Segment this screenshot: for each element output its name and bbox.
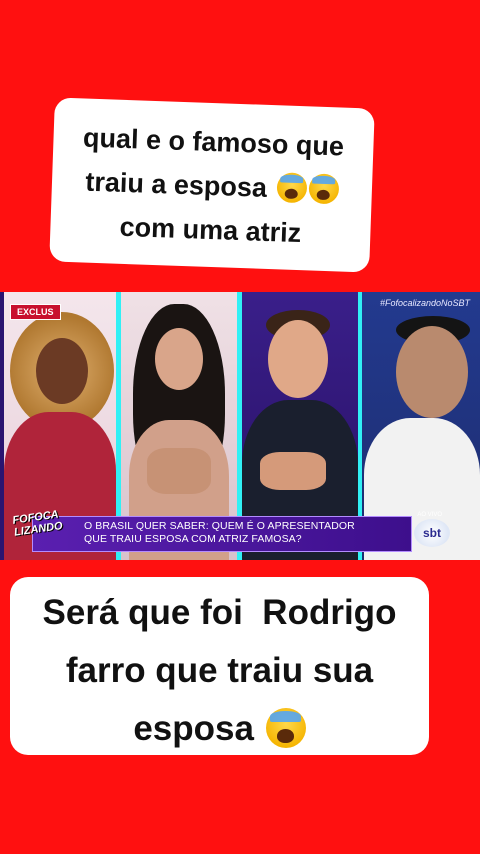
bottom-caption-line-3-text: esposa [133,709,254,748]
bottom-caption: Será que foi Rodrigo farro que traiu sua… [10,577,429,755]
show-hashtag: #FofocalizandoNoSBT [379,298,470,308]
live-label: AO VIVO [417,512,442,518]
screaming-face-emoji-icon [275,172,308,204]
panelist-2-face [155,328,203,390]
headline-text: O BRASIL QUER SABER: QUEM É O APRESENTAD… [84,520,404,546]
panelist-2-thumbs [147,448,211,494]
panelist-1-face [36,338,88,404]
headline-line-1: O BRASIL QUER SABER: QUEM É O APRESENTAD… [84,520,355,532]
sbt-channel-logo: sbt [414,519,450,547]
headline-line-2: QUE TRAIU ESPOSA COM ATRIZ FAMOSA? [84,533,302,545]
exclusive-badge: EXCLUS [10,304,61,320]
screaming-face-emoji-icon [307,173,339,205]
bottom-caption-line-2: farro que traiu sua [65,651,374,690]
screaming-face-emoji-icon [265,708,306,748]
bottom-caption-line-1: Será que foi Rodrigo [42,593,397,632]
panelist-3-hands [260,452,326,490]
panelist-3-face [268,320,328,398]
bottom-caption-line-3: esposa [10,700,429,758]
top-caption-line-2-text: traiu a esposa [84,166,268,203]
panelist-4-face [396,326,468,418]
top-caption: qual e o famoso que traiu a esposa com u… [49,97,375,273]
video-frame[interactable]: EXCLUS #FofocalizandoNoSBT FOFOCA LIZAND… [0,292,480,560]
